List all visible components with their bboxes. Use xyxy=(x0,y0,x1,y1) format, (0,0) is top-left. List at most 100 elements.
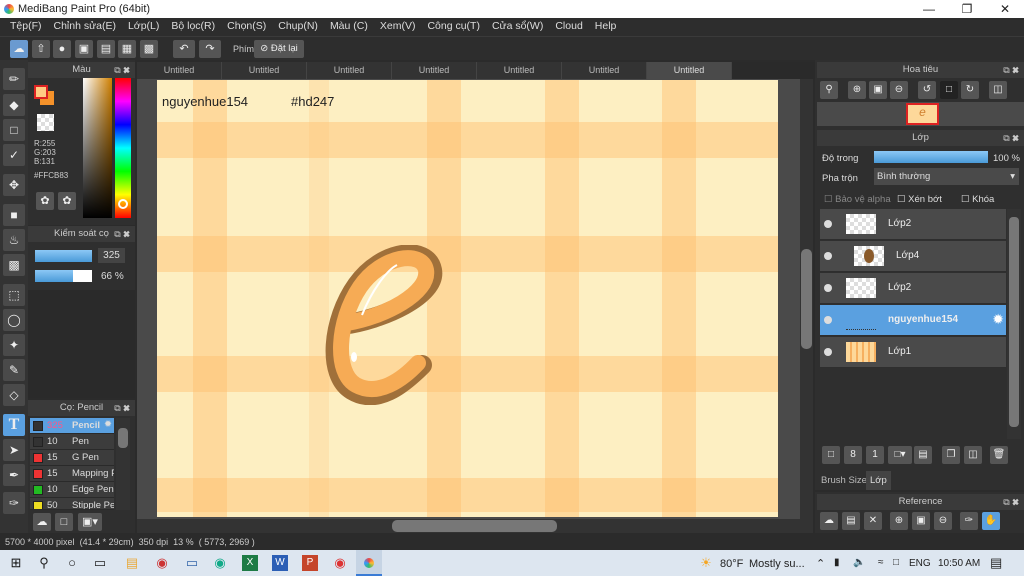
rectangle-tool-icon[interactable]: □ xyxy=(3,119,25,141)
fit-screen-icon[interactable]: ▣ xyxy=(912,512,930,530)
layer-row[interactable]: Lớp2 xyxy=(820,273,1006,304)
select-eraser-tool-icon[interactable]: ◇ xyxy=(3,384,25,406)
input-language[interactable]: ENG xyxy=(909,558,931,569)
lasso-tool-icon[interactable]: ◯ xyxy=(3,309,25,331)
brush-item-g-pen[interactable]: 15 G Pen xyxy=(30,450,114,466)
reset-rotation-icon[interactable]: □ xyxy=(940,81,958,99)
tab-untitled[interactable]: Untitled xyxy=(477,62,562,79)
zoom-out-icon[interactable]: ⊖ xyxy=(934,512,952,530)
operation-tool-icon[interactable]: ➤ xyxy=(3,439,25,461)
blend-mode-select[interactable]: Bình thường ▾ xyxy=(874,168,1019,185)
medibang-taskbar-icon[interactable] xyxy=(356,550,382,576)
hue-slider[interactable] xyxy=(115,78,131,218)
fill-rect-tool-icon[interactable]: ■ xyxy=(3,204,25,226)
brush-size-value[interactable]: 325 xyxy=(98,248,125,263)
saturation-value-picker[interactable] xyxy=(83,78,112,218)
zoom-in-icon[interactable]: ⊕ xyxy=(890,512,908,530)
panel-float-close-icon[interactable]: ⧉ ✖ xyxy=(114,400,130,416)
color-palette-settings-icon[interactable]: ✿ xyxy=(58,192,76,210)
excel-icon[interactable]: X xyxy=(242,555,258,571)
menu-cloud[interactable]: Cloud xyxy=(549,18,588,36)
reset-button[interactable]: ⊘ Đặt lại xyxy=(254,40,304,58)
brush-tool-icon[interactable]: ✏ xyxy=(3,68,25,90)
tab-untitled[interactable]: Untitled xyxy=(137,62,222,79)
polyline-tool-icon[interactable]: ✓ xyxy=(3,144,25,166)
move-tool-icon[interactable]: ✥ xyxy=(3,174,25,196)
file-explorer-icon[interactable]: ▤ xyxy=(124,555,140,571)
menu-layer[interactable]: Lớp(L) xyxy=(122,18,165,36)
visibility-eye-icon[interactable] xyxy=(824,348,832,356)
app-icon[interactable]: ◉ xyxy=(154,555,170,571)
meet-now-icon[interactable]: □ xyxy=(893,557,899,568)
eyedropper-icon[interactable]: ✑ xyxy=(960,512,978,530)
folder-icon[interactable]: ▤ xyxy=(914,446,932,464)
menu-color[interactable]: Màu (C) xyxy=(324,18,374,36)
comment-icon[interactable]: ▣ xyxy=(75,40,93,58)
menu-filter[interactable]: Bộ lọc(R) xyxy=(165,18,221,36)
menu-tools[interactable]: Công cụ(T) xyxy=(421,18,486,36)
open-folder-icon[interactable]: ▤ xyxy=(842,512,860,530)
add-layer-menu-icon[interactable]: □▾ xyxy=(888,446,912,464)
hue-handle[interactable] xyxy=(118,199,128,209)
palette-icon[interactable]: ✿ xyxy=(36,192,54,210)
zoom-actual-icon[interactable]: ⚲ xyxy=(820,81,838,99)
primary-color-swatch[interactable] xyxy=(34,85,48,99)
menu-edit[interactable]: Chỉnh sửa(E) xyxy=(48,18,122,36)
tab-brush-size[interactable]: Brush Size xyxy=(821,475,867,486)
share-icon[interactable]: ⇧ xyxy=(32,40,50,58)
new-brush-icon[interactable]: □ xyxy=(55,513,73,531)
volume-icon[interactable]: 🔈 xyxy=(853,557,865,568)
document-icon[interactable]: ▤ xyxy=(97,40,115,58)
edge-browser-icon[interactable]: ◉ xyxy=(212,555,228,571)
brush-item-pencil[interactable]: 325 Pencil ✹ xyxy=(30,418,114,434)
speech-bubble-icon[interactable]: ● xyxy=(53,40,71,58)
transparent-color-swatch[interactable] xyxy=(37,114,54,131)
panel-layout-icon[interactable]: ▩ xyxy=(140,40,158,58)
rotate-right-icon[interactable]: ↻ xyxy=(961,81,979,99)
navigator-preview[interactable]: e xyxy=(817,102,1024,126)
monitor-icon[interactable]: ▭ xyxy=(184,555,200,571)
zoom-out-icon[interactable]: ⊖ xyxy=(890,81,908,99)
select-rect-tool-icon[interactable]: ⬚ xyxy=(3,284,25,306)
brush-item-mapping-pen[interactable]: 15 Mapping Pen xyxy=(30,466,114,482)
tab-untitled[interactable]: Untitled xyxy=(392,62,477,79)
wifi-icon[interactable]: ≈ xyxy=(878,557,884,568)
menu-snap[interactable]: Chụp(N) xyxy=(272,18,324,36)
bucket-tool-icon[interactable]: ♨ xyxy=(3,229,25,251)
battery-icon[interactable]: ▮ xyxy=(834,557,840,568)
lock-checkbox[interactable]: ☐ Khóa xyxy=(961,194,994,205)
zoom-in-icon[interactable]: ⊕ xyxy=(848,81,866,99)
new-8bit-layer-icon[interactable]: 8 xyxy=(844,446,862,464)
panel-float-close-icon[interactable]: ⧉ ✖ xyxy=(1003,494,1019,510)
brush-size-slider[interactable] xyxy=(35,250,92,262)
layer-row[interactable]: Lớp4 xyxy=(820,241,1006,272)
visibility-eye-icon[interactable] xyxy=(824,252,832,260)
brush-list-scrollbar[interactable] xyxy=(116,418,130,510)
visibility-eye-icon[interactable] xyxy=(824,284,832,292)
layer-list-scrollbar[interactable] xyxy=(1007,209,1021,439)
cloud-reference-icon[interactable]: ☁ xyxy=(820,512,838,530)
delete-layer-icon[interactable]: 🗑 xyxy=(990,446,1008,464)
task-view-icon[interactable]: ▭ xyxy=(92,555,108,571)
chrome-icon[interactable]: ◉ xyxy=(332,555,348,571)
brush-menu-icon[interactable]: ▣▾ xyxy=(78,513,102,531)
close-reference-icon[interactable]: ✕ xyxy=(864,512,882,530)
horizontal-scrollbar[interactable] xyxy=(137,519,813,533)
rotate-left-icon[interactable]: ↺ xyxy=(918,81,936,99)
merge-layer-icon[interactable]: ◫ xyxy=(964,446,982,464)
vertical-scrollbar[interactable] xyxy=(800,79,813,519)
magic-wand-tool-icon[interactable]: ✦ xyxy=(3,334,25,356)
show-hidden-icons-chevron[interactable]: ⌃ xyxy=(816,557,825,570)
eraser-tool-icon[interactable]: ◆ xyxy=(3,94,25,116)
weather-desc[interactable]: Mostly su... xyxy=(749,558,805,570)
flip-horizontal-icon[interactable]: ◫ xyxy=(989,81,1007,99)
new-1bit-layer-icon[interactable]: 1 xyxy=(866,446,884,464)
gradient-tool-icon[interactable]: ▩ xyxy=(3,254,25,276)
drawing-canvas[interactable]: nguyenhue154 #hd247 xyxy=(157,80,778,517)
menu-view[interactable]: Xem(V) xyxy=(374,18,422,36)
panel-float-close-icon[interactable]: ⧉ ✖ xyxy=(114,62,130,78)
cortana-icon[interactable]: ○ xyxy=(64,555,80,571)
close-button[interactable]: ✕ xyxy=(986,0,1024,18)
layer-row[interactable]: Lớp1 xyxy=(820,337,1006,368)
minimize-button[interactable]: — xyxy=(910,0,948,18)
